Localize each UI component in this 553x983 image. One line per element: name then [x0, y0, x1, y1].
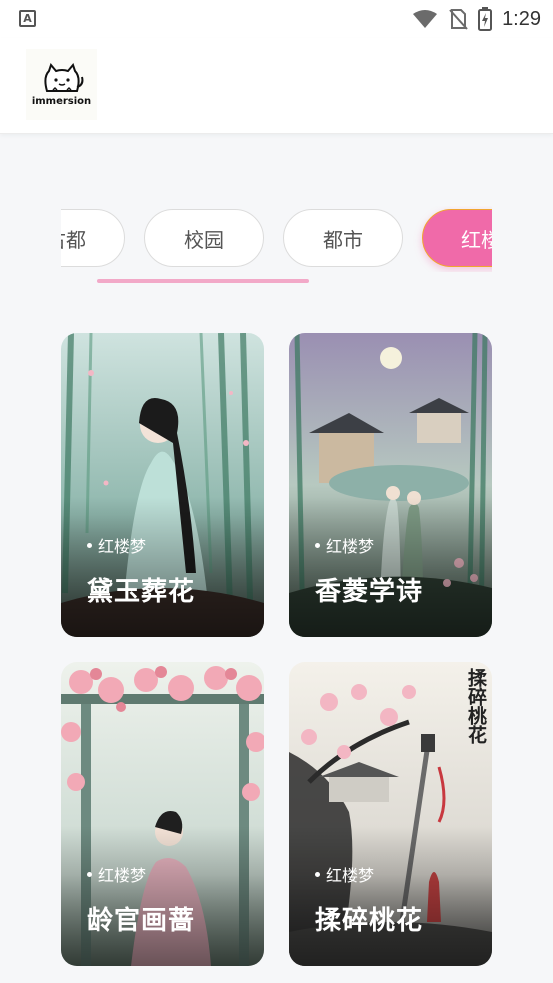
- notification-app-icon: A: [19, 10, 36, 27]
- wifi-icon: [413, 10, 438, 28]
- tab-campus[interactable]: 校园: [144, 209, 264, 267]
- tab-hongloumeng[interactable]: 红楼梦: [422, 209, 492, 267]
- no-sim-icon: [449, 9, 468, 30]
- bullet-icon: [87, 871, 92, 877]
- bullet-icon: [315, 542, 320, 548]
- tab-scroll-indicator: [97, 279, 309, 283]
- tab-gudu[interactable]: 古都: [61, 209, 125, 267]
- app-header: immersion: [0, 38, 553, 134]
- cat-icon: [43, 62, 83, 92]
- clock: 1:29: [502, 7, 541, 30]
- card-category: 红楼梦: [326, 866, 375, 885]
- card-title: 揉碎桃花: [315, 906, 424, 936]
- bullet-icon: [315, 871, 320, 877]
- card-title: 香菱学诗: [315, 577, 424, 607]
- story-card[interactable]: 红楼梦 香菱学诗: [289, 333, 492, 637]
- battery-charging-icon: [478, 7, 493, 31]
- tab-city[interactable]: 都市: [283, 209, 403, 267]
- calligraphy-stamp: 揉碎桃花: [465, 668, 487, 744]
- card-category: 红楼梦: [98, 537, 147, 556]
- card-category: 红楼梦: [98, 866, 147, 885]
- status-icons: 1:29: [412, 6, 541, 32]
- logo-text: immersion: [31, 95, 92, 107]
- story-card[interactable]: 红楼梦 龄官画蔷: [61, 662, 264, 966]
- story-card[interactable]: 揉碎桃花 红楼梦 揉碎桃花: [289, 662, 492, 966]
- card-category: 红楼梦: [326, 537, 375, 556]
- card-title: 黛玉葬花: [87, 577, 196, 607]
- status-bar: A 1:29: [0, 0, 553, 38]
- card-title: 龄官画蔷: [87, 906, 196, 936]
- category-tabs[interactable]: 古都 校园 都市 红楼梦: [61, 206, 492, 272]
- story-card[interactable]: 红楼梦 黛玉葬花: [61, 333, 264, 637]
- bullet-icon: [87, 542, 92, 548]
- app-logo[interactable]: immersion: [26, 49, 97, 120]
